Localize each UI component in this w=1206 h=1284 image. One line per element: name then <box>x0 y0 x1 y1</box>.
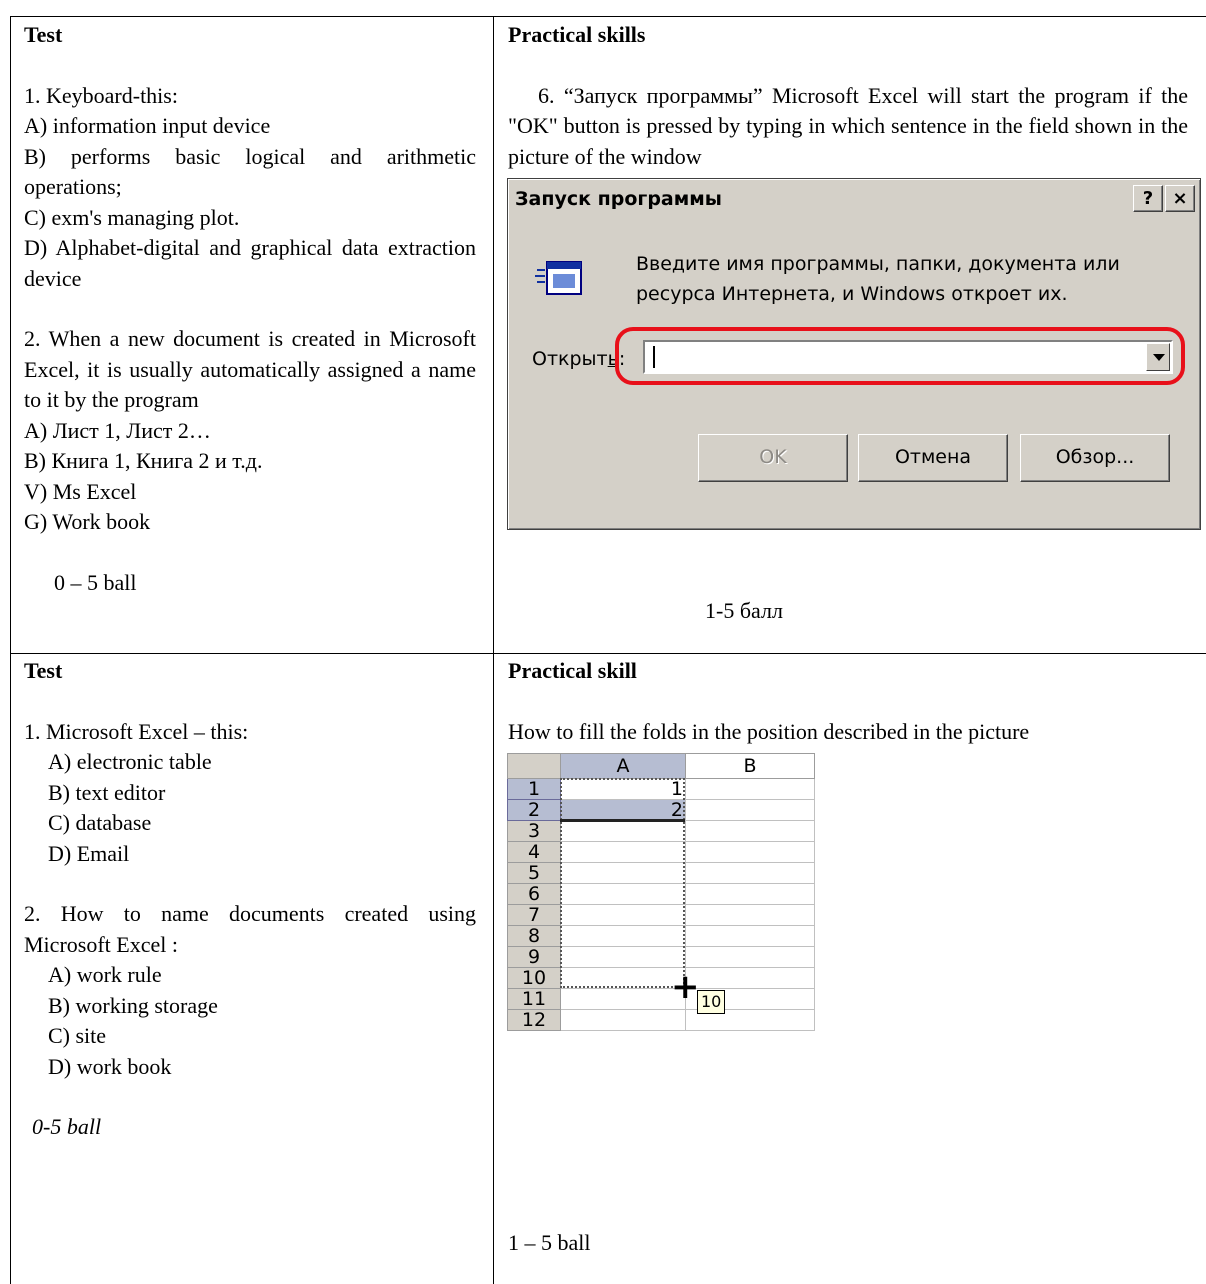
table-top-border <box>10 16 1206 17</box>
select-all-corner[interactable] <box>507 753 561 779</box>
cell-b6[interactable] <box>685 883 815 905</box>
block1-left-cell: Test 1. Keyboard-this: A) information in… <box>24 20 476 598</box>
highlight-ring <box>615 327 1185 385</box>
cell-a11[interactable] <box>560 988 686 1010</box>
block2-q2-text: 2. How to name documents created using M… <box>24 901 476 957</box>
cell-b10[interactable] <box>685 967 815 989</box>
block2-q1-option-a: A) electronic table <box>48 749 212 774</box>
block2-q2-option-a: A) work rule <box>48 962 162 987</box>
help-button[interactable]: ? <box>1133 185 1163 212</box>
block2-q1-option-d: D) Email <box>48 840 130 866</box>
block2-left-heading: Test <box>24 658 63 683</box>
cell-b9[interactable] <box>685 946 815 968</box>
run-dialog: Запуск программы ? × Введите имя програм… <box>507 178 1201 530</box>
selection-bottom-edge <box>560 819 685 822</box>
block2-left-score: 0-5 ball <box>32 1114 102 1139</box>
row-header[interactable]: 1 <box>507 778 561 800</box>
open-label: Открыть: <box>532 348 626 370</box>
cell-b2[interactable] <box>685 799 815 821</box>
run-dialog-title: Запуск программы <box>515 188 722 210</box>
block1-q1-text: 1. Keyboard-this: <box>24 82 178 108</box>
table-center-border <box>493 16 494 1284</box>
block1-q2-text: 2. When a new document is created in Mic… <box>24 326 476 412</box>
run-dialog-titlebar: Запуск программы ? × <box>511 182 1197 216</box>
cell-b1[interactable] <box>685 778 815 800</box>
table-left-border <box>10 16 11 1284</box>
cell-b5[interactable] <box>685 862 815 884</box>
block1-q1-option-a: A) information input device <box>24 113 271 138</box>
block1-right-heading: Practical skills <box>508 22 646 47</box>
row-header[interactable]: 3 <box>507 820 561 842</box>
row-header[interactable]: 8 <box>507 925 561 947</box>
row-header[interactable]: 4 <box>507 841 561 863</box>
block1-left-heading: Test <box>24 22 63 47</box>
message-line-2: ресурса Интернета, и Windows откроет их. <box>636 283 1068 305</box>
cell-a12[interactable] <box>560 1009 686 1031</box>
block2-right-cell: Practical skill How to fill the folds in… <box>508 656 1188 747</box>
message-line-1: Введите имя программы, папки, документа … <box>636 253 1120 275</box>
block2-q2-option-c: C) site <box>48 1023 107 1048</box>
block2-q1-text: 1. Microsoft Excel – this: <box>24 718 249 744</box>
block1-left-score: 0 – 5 ball <box>54 569 137 595</box>
close-button[interactable]: × <box>1165 185 1195 212</box>
block1-right-score: 1-5 балл <box>705 598 783 623</box>
block1-q1-option-c: C) exm's managing plot. <box>24 204 240 230</box>
column-header-a[interactable]: A <box>560 753 686 779</box>
block2-q2-option-d: D) work book <box>48 1053 172 1079</box>
block1-q2-option-d: G) Work book <box>24 509 151 534</box>
block2-right-score: 1 – 5 ball <box>508 1230 591 1255</box>
block1-q2-option-b: B) Книга 1, Книга 2 и т.д. <box>24 448 263 473</box>
run-program-icon <box>535 261 582 295</box>
fill-handle-cursor-icon[interactable]: + <box>671 970 700 1004</box>
row-header[interactable]: 11 <box>507 988 561 1010</box>
fill-tooltip: 10 <box>697 990 726 1014</box>
excel-sheet: A B 11 22 3 4 5 6 7 8 9 10 11 12 + 10 <box>507 753 817 1031</box>
block2-right-heading: Practical skill <box>508 658 637 683</box>
cell-b8[interactable] <box>685 925 815 947</box>
row-header[interactable]: 6 <box>507 883 561 905</box>
row-header[interactable]: 7 <box>507 904 561 926</box>
block1-q2-option-c: V) Ms Excel <box>24 478 137 504</box>
row-header[interactable]: 2 <box>507 799 561 821</box>
row-header[interactable]: 12 <box>507 1009 561 1031</box>
block2-q1-option-c: C) database <box>48 810 152 835</box>
block1-q1-option-d: D) Alphabet-digital and graphical data e… <box>24 235 476 291</box>
cell-b7[interactable] <box>685 904 815 926</box>
block2-task-text: How to fill the folds in the position de… <box>508 718 1030 744</box>
row-header[interactable]: 10 <box>507 967 561 989</box>
column-header-b[interactable]: B <box>685 753 815 779</box>
ok-button[interactable]: OK <box>698 434 848 482</box>
block2-left-cell: Test 1. Microsoft Excel – this: A) elect… <box>24 656 476 1143</box>
block1-right-cell: Practical skills 6. “Запуск программы” M… <box>508 20 1188 172</box>
block2-q1-option-b: B) text editor <box>48 779 166 805</box>
block1-q1-option-b: B) performs basic logical and arithmetic… <box>24 143 476 200</box>
fill-range-outline <box>560 778 685 988</box>
cancel-button[interactable]: Отмена <box>858 434 1008 482</box>
cell-b3[interactable] <box>685 820 815 842</box>
block1-task-text: 6. “Запуск программы” Microsoft Excel wi… <box>508 82 1188 169</box>
row-header[interactable]: 5 <box>507 862 561 884</box>
cell-b4[interactable] <box>685 841 815 863</box>
block2-q2-option-b: B) working storage <box>48 992 218 1018</box>
table-middle-border <box>10 653 1206 654</box>
row-header[interactable]: 9 <box>507 946 561 968</box>
browse-button[interactable]: Обзор... <box>1020 434 1170 482</box>
block1-q2-option-a: A) Лист 1, Лист 2… <box>24 417 211 443</box>
run-dialog-message: Введите имя программы, папки, документа … <box>636 249 1120 309</box>
